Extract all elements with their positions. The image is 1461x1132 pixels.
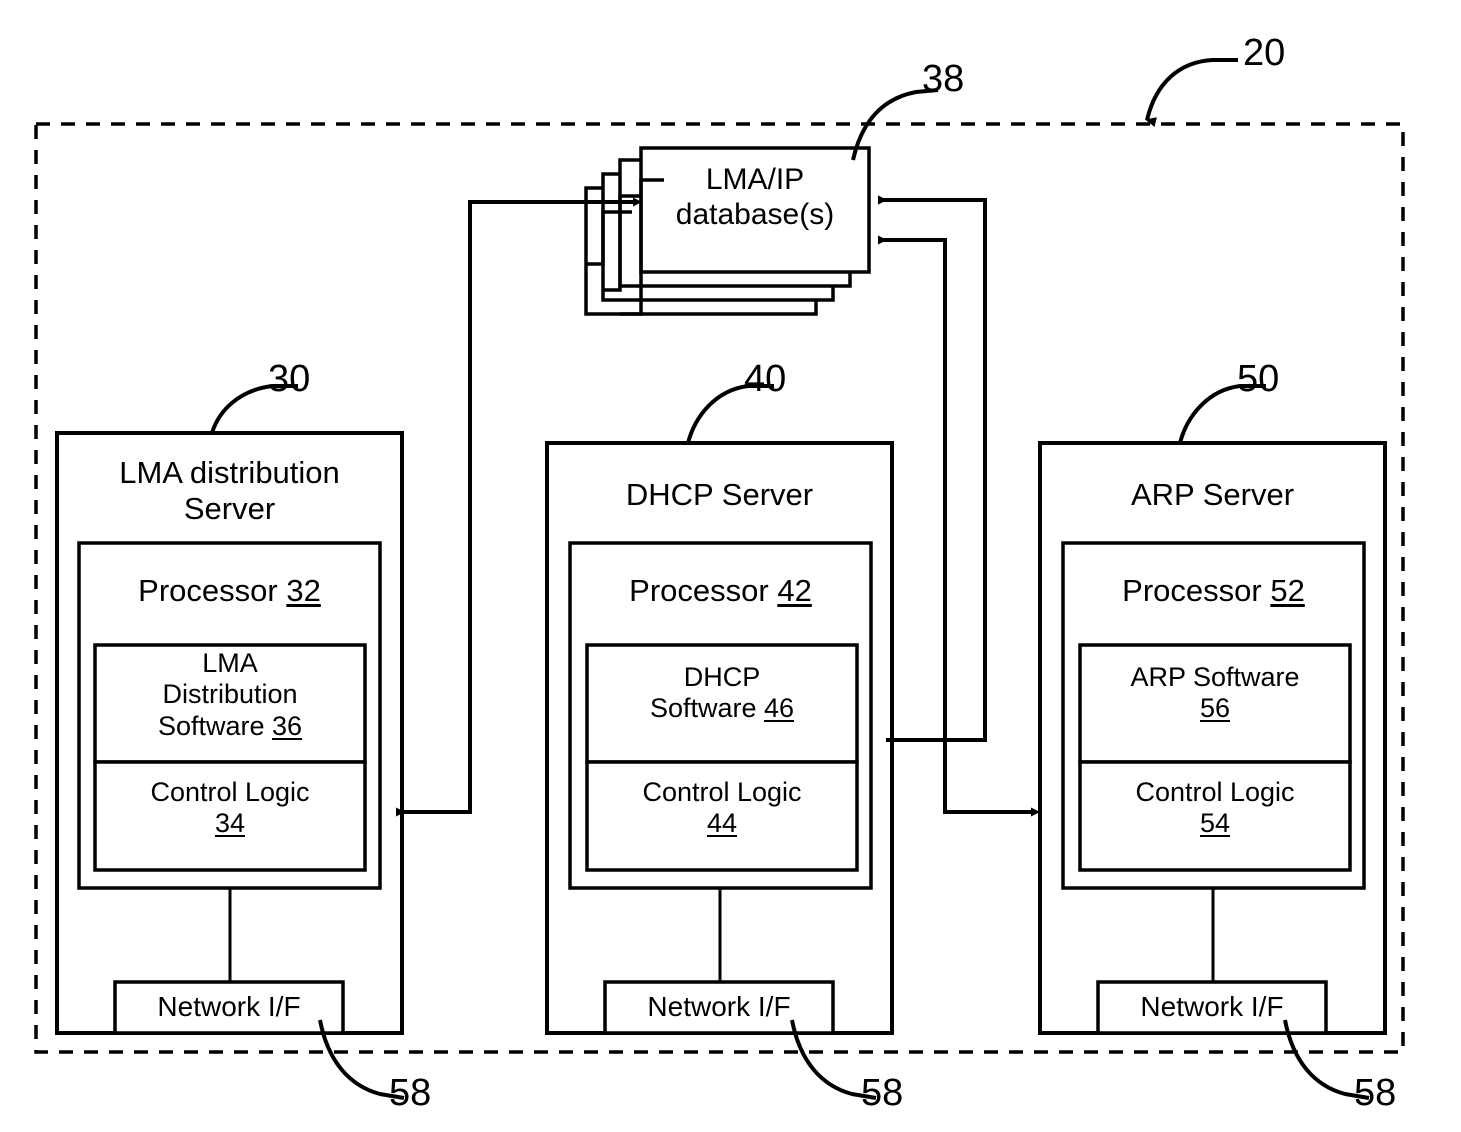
ref-58-lma: 58 xyxy=(389,1072,432,1114)
dhcp-control-box xyxy=(585,760,859,872)
dhcp-software-box xyxy=(585,643,859,764)
lma-control-box xyxy=(93,760,367,872)
arp-control-box xyxy=(1078,760,1352,872)
database-stack-front xyxy=(639,146,871,274)
ref-20: 20 xyxy=(1243,32,1286,74)
lma-software-box xyxy=(93,643,367,764)
connector-arp-to-db xyxy=(878,235,1032,814)
arp-network-if-box xyxy=(1096,980,1328,1035)
ref-38: 38 xyxy=(922,58,965,100)
ref-50: 50 xyxy=(1237,358,1280,400)
connector-dhcp-to-db xyxy=(878,195,987,742)
leader-20 xyxy=(1145,58,1238,127)
lma-network-if-box xyxy=(113,980,345,1035)
ref-58-dhcp: 58 xyxy=(861,1072,904,1114)
diagram-vector-layer xyxy=(34,58,1405,1100)
ref-40: 40 xyxy=(744,358,787,400)
arp-software-box xyxy=(1078,643,1352,764)
ref-30: 30 xyxy=(268,358,311,400)
ref-58-arp: 58 xyxy=(1354,1072,1397,1114)
patent-figure: 20 38 30 40 50 58 58 58 LMA/IP database(… xyxy=(0,0,1461,1132)
dhcp-network-if-box xyxy=(603,980,835,1035)
